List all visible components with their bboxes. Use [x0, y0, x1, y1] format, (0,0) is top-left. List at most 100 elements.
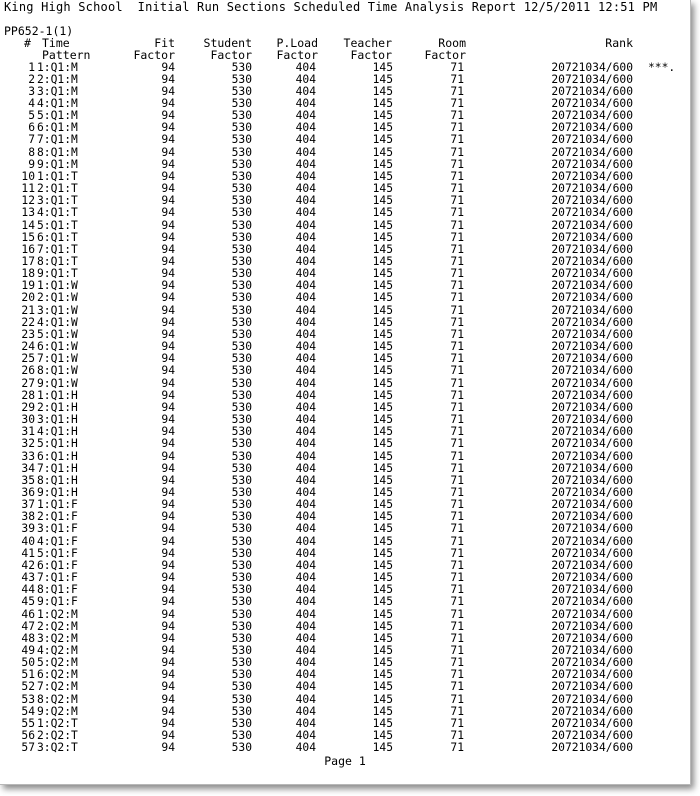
- pload-factor-cell: 404: [295, 303, 316, 317]
- fit-factor-cell: 94: [161, 522, 175, 536]
- rank-cell: 20721034/600: [551, 449, 633, 463]
- rank-cell: 20721034/600: [551, 437, 633, 451]
- time-pattern-cell: 6:Q1:H: [37, 449, 78, 463]
- row-number: 20: [21, 291, 35, 305]
- fit-factor-cell: 94: [161, 680, 175, 694]
- student-factor-cell: 530: [231, 218, 252, 232]
- rank-cell: 20721034/600: [551, 534, 633, 548]
- teacher-factor-cell: 145: [372, 145, 393, 159]
- row-number: 8: [28, 145, 35, 159]
- fit-factor-cell: 94: [161, 364, 175, 378]
- pload-factor-cell: 404: [295, 291, 316, 305]
- time-pattern-cell: 8:Q2:M: [37, 692, 78, 706]
- report-page: King High School Initial Run Sections Sc…: [0, 0, 691, 785]
- teacher-factor-cell: 145: [372, 218, 393, 232]
- student-factor-cell: 530: [231, 680, 252, 694]
- rank-marker: ***.: [648, 60, 676, 74]
- header-time-pattern: Time Pattern: [42, 36, 91, 62]
- time-pattern-cell: 7:Q1:M: [37, 133, 78, 147]
- teacher-factor-cell: 145: [372, 303, 393, 317]
- rank-cell: 20721034/600: [551, 133, 633, 147]
- fit-factor-cell: 94: [161, 303, 175, 317]
- student-factor-cell: 530: [231, 595, 252, 609]
- fit-factor-cell: 94: [161, 133, 175, 147]
- teacher-factor-cell: 145: [372, 60, 393, 74]
- row-number: 7: [28, 133, 35, 147]
- row-number: 27: [21, 376, 35, 390]
- row-number: 52: [21, 680, 35, 694]
- room-factor-cell: 71: [450, 595, 464, 609]
- student-factor-cell: 530: [231, 534, 252, 548]
- pload-factor-cell: 404: [295, 72, 316, 86]
- time-pattern-cell: 3:Q2:T: [37, 741, 78, 755]
- row-number: 2: [28, 72, 35, 86]
- fit-factor-cell: 94: [161, 206, 175, 220]
- room-factor-cell: 71: [450, 449, 464, 463]
- row-number: 46: [21, 607, 35, 621]
- time-pattern-cell: 5:Q1:T: [37, 218, 78, 232]
- time-pattern-cell: 3:Q1:F: [37, 522, 78, 536]
- table-row: 52 7:Q2:M 94 530 404 145 71 20721034/600: [0, 681, 690, 693]
- table-row: 27 9:Q1:W 94 530 404 145 71 20721034/600: [0, 376, 690, 390]
- table-row: 26 8:Q1:W 94 530 404 145 71 20721034/600: [0, 365, 690, 377]
- table-row: 13 4:Q1:T 94 530 404 145 71 20721034/600: [0, 207, 690, 219]
- student-factor-cell: 530: [231, 303, 252, 317]
- time-pattern-cell: 2:Q1:M: [37, 72, 78, 86]
- rank-cell: 20721034/600: [551, 218, 633, 232]
- pload-factor-cell: 404: [295, 449, 316, 463]
- student-factor-cell: 530: [231, 692, 252, 706]
- room-factor-cell: 71: [450, 534, 464, 548]
- table-row: 53 8:Q2:M 94 530 404 145 71 20721034/600: [0, 692, 690, 706]
- rank-cell: 20721034/600: [551, 522, 633, 536]
- table-row: 39 3:Q1:F 94 530 404 145 71 20721034/600: [0, 523, 690, 535]
- room-factor-cell: 71: [450, 461, 464, 475]
- room-factor-cell: 71: [450, 206, 464, 220]
- rank-cell: 20721034/600: [551, 376, 633, 390]
- pload-factor-cell: 404: [295, 133, 316, 147]
- room-factor-cell: 71: [450, 607, 464, 621]
- room-factor-cell: 71: [450, 133, 464, 147]
- report-rows: 1 1:Q1:M 94 530 404 145 71 20721034/600 ***. 2 2:Q…: [0, 60, 690, 755]
- teacher-factor-cell: 145: [372, 522, 393, 536]
- teacher-factor-cell: 145: [372, 376, 393, 390]
- teacher-factor-cell: 145: [372, 72, 393, 86]
- row-number: 40: [21, 534, 35, 548]
- table-row: 7 7:Q1:M 94 530 404 145 71 20721034/600: [0, 134, 690, 146]
- pload-factor-cell: 404: [295, 692, 316, 706]
- pload-factor-cell: 404: [295, 364, 316, 378]
- room-factor-cell: 71: [450, 741, 464, 755]
- rank-cell: 20721034/600: [551, 145, 633, 159]
- pload-factor-cell: 404: [295, 607, 316, 621]
- pload-factor-cell: 404: [295, 461, 316, 475]
- fit-factor-cell: 94: [161, 437, 175, 451]
- table-row: 20 2:Q1:W 94 530 404 145 71 20721034/600: [0, 292, 690, 304]
- fit-factor-cell: 94: [161, 218, 175, 232]
- header-pload-factor: P.Load Factor: [276, 36, 318, 62]
- time-pattern-cell: 3:Q1:W: [37, 303, 78, 317]
- row-number: 26: [21, 364, 35, 378]
- pload-factor-cell: 404: [295, 534, 316, 548]
- header-student-factor: Student Factor: [203, 36, 252, 62]
- fit-factor-cell: 94: [161, 291, 175, 305]
- room-factor-cell: 71: [450, 145, 464, 159]
- pload-factor-cell: 404: [295, 60, 316, 74]
- table-row: 40 4:Q1:F 94 530 404 145 71 20721034/600: [0, 534, 690, 548]
- pload-factor-cell: 404: [295, 218, 316, 232]
- student-factor-cell: 530: [231, 72, 252, 86]
- table-row: 45 9:Q1:F 94 530 404 145 71 20721034/600: [0, 596, 690, 608]
- pload-factor-cell: 404: [295, 741, 316, 755]
- time-pattern-cell: 2:Q1:W: [37, 291, 78, 305]
- table-row: 2 2:Q1:M 94 530 404 145 71 20721034/600: [0, 72, 690, 86]
- student-factor-cell: 530: [231, 437, 252, 451]
- table-row: 21 3:Q1:W 94 530 404 145 71 20721034/600: [0, 303, 690, 317]
- time-pattern-cell: 8:Q1:M: [37, 145, 78, 159]
- teacher-factor-cell: 145: [372, 364, 393, 378]
- teacher-factor-cell: 145: [372, 291, 393, 305]
- room-factor-cell: 71: [450, 692, 464, 706]
- rank-cell: 20721034/600: [551, 680, 633, 694]
- rank-cell: 20721034/600: [551, 291, 633, 305]
- teacher-factor-cell: 145: [372, 680, 393, 694]
- fit-factor-cell: 94: [161, 741, 175, 755]
- room-factor-cell: 71: [450, 72, 464, 86]
- room-factor-cell: 71: [450, 60, 464, 74]
